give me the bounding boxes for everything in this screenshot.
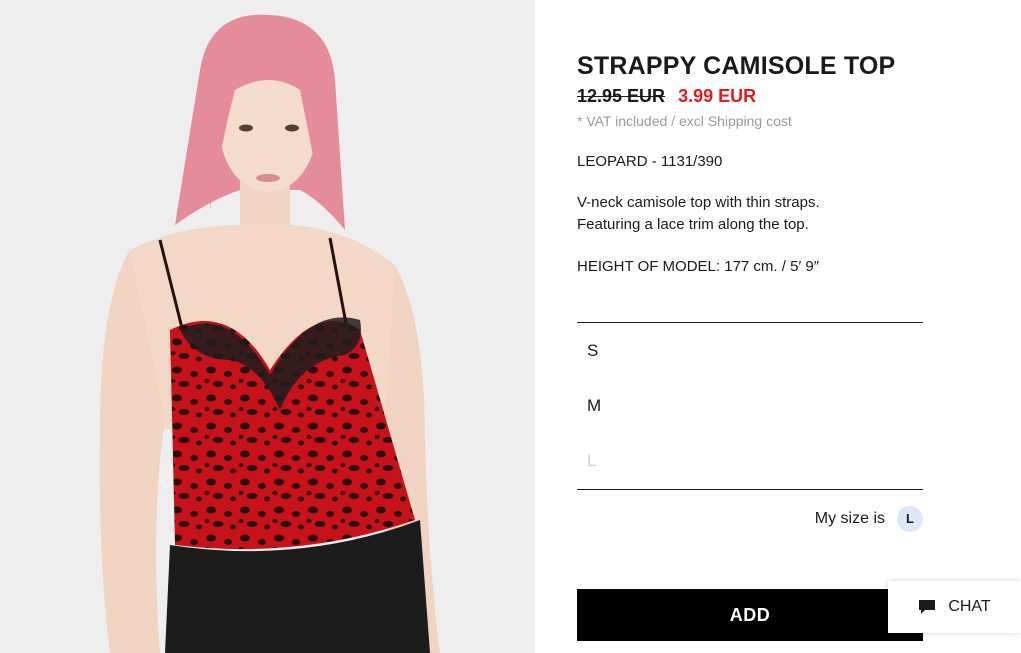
description-line: Featuring a lace trim along the top. [577, 216, 809, 233]
model-height: HEIGHT OF MODEL: 177 cm. / 5′ 9″ [577, 258, 820, 275]
product-page: STRAPPY CAMISOLE TOP 12.95 EUR 3.99 EUR … [0, 0, 1021, 653]
chat-button[interactable]: CHAT [888, 581, 1021, 633]
size-option-s[interactable]: S [587, 341, 598, 361]
model-illustration [0, 0, 535, 653]
my-size[interactable]: My size is L [815, 506, 923, 532]
description-line: V-neck camisole top with thin straps. [577, 194, 820, 211]
size-option-m[interactable]: M [587, 396, 601, 416]
color-reference: LEOPARD - 1131/390 [577, 153, 723, 170]
sale-price: 3.99 EUR [678, 86, 757, 106]
product-title: STRAPPY CAMISOLE TOP [577, 52, 896, 80]
vat-note: * VAT included / excl Shipping cost [577, 113, 792, 129]
my-size-badge[interactable]: L [897, 506, 923, 532]
chat-label: CHAT [948, 598, 991, 615]
size-option-l: L [587, 451, 597, 470]
size-selector: S M L [577, 322, 923, 490]
old-price: 12.95 EUR [577, 86, 666, 106]
my-size-label: My size is [814, 510, 885, 527]
price-block: 12.95 EUR 3.99 EUR [577, 86, 756, 107]
product-photo[interactable] [0, 0, 535, 653]
chat-bubble-icon [919, 600, 936, 614]
product-description: V-neck camisole top with thin straps. Fe… [577, 192, 820, 236]
add-to-cart-button[interactable]: ADD [577, 589, 923, 641]
